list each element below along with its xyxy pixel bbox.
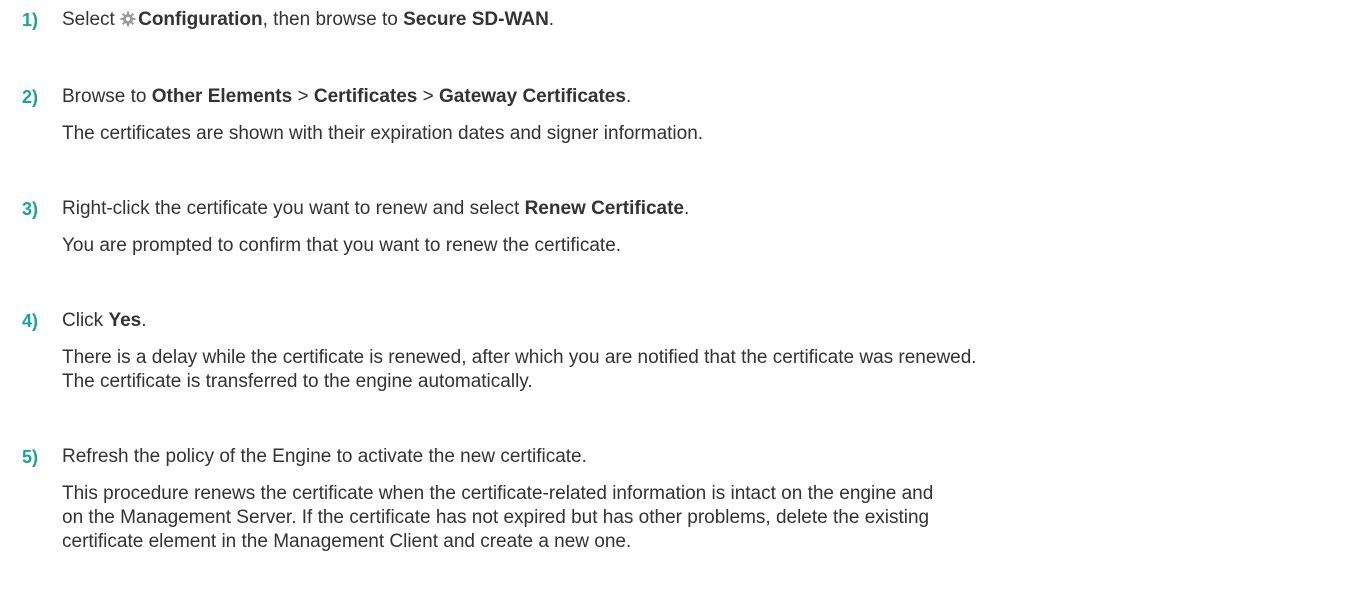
step-number: 2) (22, 87, 39, 107)
step-instruction: Refresh the policy of the Engine to acti… (62, 446, 587, 467)
menu-secure-sd-wan: Secure SD-WAN (403, 9, 549, 30)
menu-renew-certificate: Renew Certificate (524, 198, 685, 219)
step-result: certificate element in the Management Cl… (62, 531, 632, 552)
step-number: 5) (22, 447, 39, 467)
step-number: 1) (22, 10, 39, 30)
button-yes: Yes (108, 310, 142, 331)
path-certificates: Certificates (313, 86, 418, 107)
step-instruction: Click Yes. (62, 310, 147, 331)
step-result: The certificate is transferred to the en… (62, 371, 533, 392)
step-instruction: Select Configuration, then browse to Sec… (62, 9, 555, 30)
menu-configuration: Configuration (138, 9, 263, 30)
path-other-elements: Other Elements (151, 86, 293, 107)
step-instruction: Browse to Other Elements > Certificates … (62, 86, 632, 107)
step-instruction: Right-click the certificate you want to … (62, 198, 690, 219)
step-result: You are prompted to confirm that you wan… (62, 235, 622, 256)
step-result: The certificates are shown with their ex… (62, 123, 704, 144)
gear-icon (120, 11, 136, 27)
step-number: 3) (22, 199, 39, 219)
step-number: 4) (22, 311, 39, 331)
path-gateway-certificates: Gateway Certificates (439, 86, 626, 107)
